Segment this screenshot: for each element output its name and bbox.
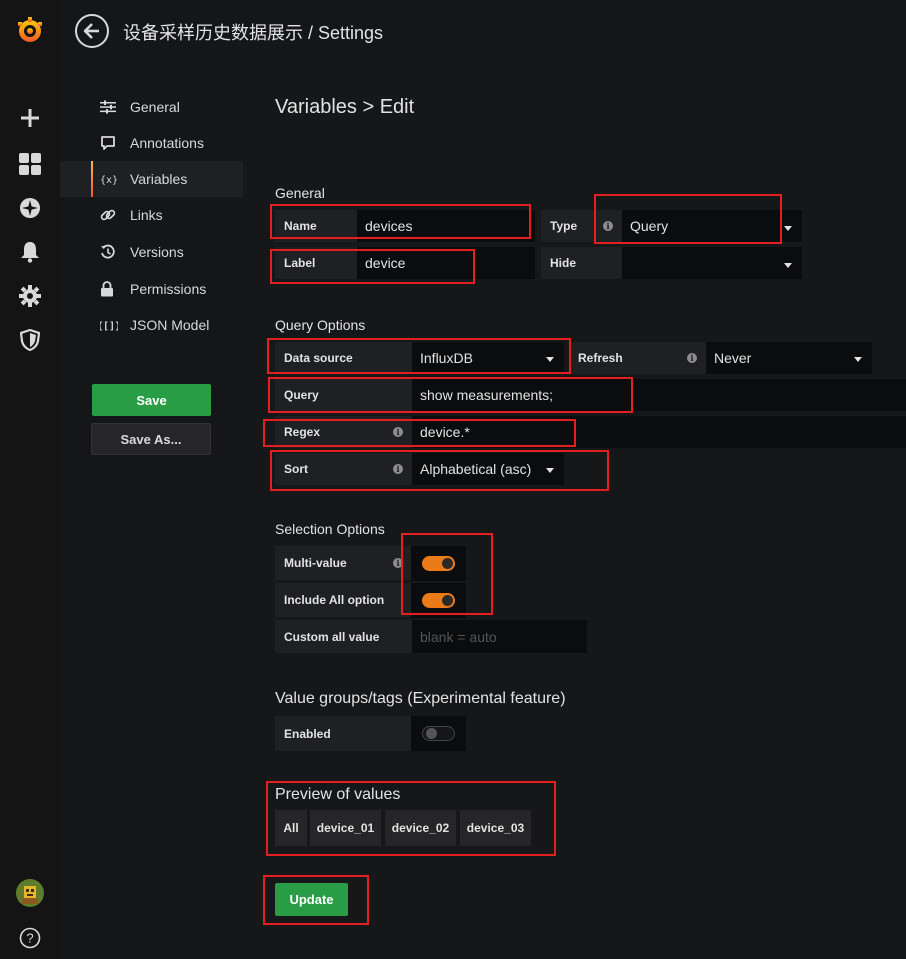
multi-value-label: Multi-value [275,546,412,580]
enabled-toggle[interactable] [422,726,455,741]
update-button[interactable]: Update [275,883,348,916]
refresh-label: Refresh [569,342,706,374]
regex-input[interactable]: device.* [412,416,906,448]
include-all-toggle[interactable] [422,593,455,608]
svg-text:{x}: {x} [100,175,118,186]
avatar[interactable] [14,877,46,909]
section-heading-value-groups: Value groups/tags (Experimental feature) [275,690,566,707]
variable-icon: {x} [60,172,130,186]
plus-icon[interactable] [14,102,46,134]
enabled-label: Enabled [275,716,412,751]
shield-icon[interactable] [14,324,46,356]
dashboards-icon[interactable] [14,148,46,180]
include-all-switch-box [411,583,466,618]
custom-all-label: Custom all value [275,620,412,653]
editor-title: Variables > Edit [275,96,415,118]
grafana-logo-icon[interactable] [14,14,46,46]
chevron-down-icon [784,263,792,268]
nav-item-label: Annotations [130,135,204,151]
nav-item-label: General [130,99,180,115]
nav-item-label: Links [130,207,163,223]
info-icon: i [603,221,613,231]
regex-label: Regex [275,416,412,448]
section-heading-query-options: Query Options [275,317,366,333]
chevron-down-icon [546,357,554,362]
nav-item-variables[interactable]: {x} Variables [60,161,243,197]
nav-item-links[interactable]: Links [60,197,243,233]
nav-item-label: Variables [130,171,188,187]
preview-value: device_01 [310,810,381,846]
refresh-select[interactable]: Never [706,342,872,374]
page-title: 设备采样历史数据展示 / Settings [123,23,384,43]
sidemenu: ? [0,0,60,959]
datasource-label: Data source [275,342,412,374]
nav-item-label: Versions [130,244,184,260]
sort-select[interactable]: Alphabetical (asc) [412,453,564,485]
help-icon[interactable]: ? [14,922,46,954]
nav-item-general[interactable]: General [60,89,243,125]
toggle-knob [442,558,453,569]
name-input[interactable]: devices [357,210,535,242]
hide-label: Hide [541,247,623,279]
sort-label: Sort [275,453,412,485]
custom-all-input[interactable]: blank = auto [412,620,587,653]
multi-value-toggle[interactable] [422,556,455,571]
chevron-down-icon [546,468,554,473]
multi-value-switch-box [411,546,466,581]
hide-select[interactable] [622,247,802,279]
query-input[interactable]: show measurements; [412,379,906,411]
info-icon: i [393,427,403,437]
section-heading-preview: Preview of values [275,786,401,803]
nav-item-json-model[interactable]: {[]} JSON Model [60,307,243,343]
preview-value: device_03 [460,810,531,846]
info-icon: i [687,353,697,363]
info-icon: i [393,464,403,474]
gear-icon[interactable] [14,280,46,312]
link-icon [60,207,130,223]
comment-icon [60,135,130,151]
section-heading-general: General [275,185,325,201]
history-icon [60,244,130,260]
nav-item-label: JSON Model [130,317,210,333]
settings-nav: General Annotations {x} Variables Links … [60,62,243,959]
nav-item-versions[interactable]: Versions [60,234,243,270]
arrow-left-icon [83,23,99,39]
toggle-knob [442,595,453,606]
enabled-switch-box [411,716,466,751]
nav-item-permissions[interactable]: Permissions [60,271,243,307]
chevron-down-icon [784,226,792,231]
toggle-knob [426,728,437,739]
lock-icon [60,281,130,297]
label-input[interactable]: device [357,247,535,279]
name-label: Name [275,210,357,242]
preview-value: All [275,810,307,846]
datasource-select[interactable]: InfluxDB [412,342,564,374]
preview-value: device_02 [385,810,456,846]
nav-item-annotations[interactable]: Annotations [60,125,243,161]
svg-text:{[]}: {[]} [100,321,118,332]
save-as-button[interactable]: Save As... [91,423,211,455]
json-icon: {[]} [60,318,130,332]
query-label: Query [275,379,412,411]
sliders-icon [60,100,130,114]
chevron-down-icon [854,357,862,362]
include-all-label: Include All option [275,583,412,617]
top-navbar: 设备采样历史数据展示 / Settings [60,0,906,62]
explore-icon[interactable] [14,192,46,224]
svg-text:?: ? [26,931,33,946]
label-label: Label [275,247,357,279]
save-button[interactable]: Save [92,384,211,416]
back-button[interactable] [75,14,109,48]
info-icon: i [393,558,403,568]
bell-icon[interactable] [14,236,46,268]
section-heading-selection-options: Selection Options [275,521,385,537]
type-select[interactable]: Query [622,210,802,242]
nav-item-label: Permissions [130,281,207,297]
